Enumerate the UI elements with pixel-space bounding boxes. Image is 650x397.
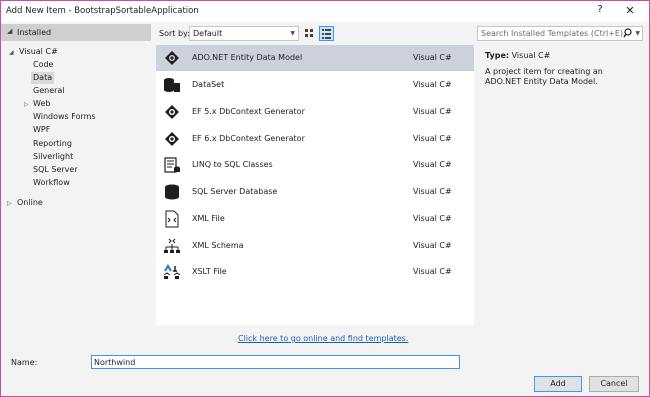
dbcontext-generator-icon: [162, 103, 182, 121]
template-name: EF 6.x DbContext Generator: [192, 134, 305, 143]
tree-item-wpf[interactable]: WPF: [33, 124, 50, 136]
expanded-arrow-icon[interactable]: ◢: [9, 49, 14, 56]
add-new-item-dialog: Add New Item - BootstrapSortableApplicat…: [0, 0, 650, 397]
template-row[interactable]: XML File Visual C#: [156, 206, 474, 232]
template-name: XSLT File: [192, 267, 227, 276]
tree-item-reporting[interactable]: Reporting: [33, 138, 72, 150]
template-language: Visual C#: [413, 267, 452, 276]
template-description: A project item for creating an ADO.NET E…: [485, 67, 603, 86]
cancel-button[interactable]: Cancel: [589, 376, 639, 392]
collapse-arrow-icon[interactable]: ◢: [7, 27, 12, 35]
database-icon: [162, 183, 182, 201]
online-templates-link[interactable]: Click here to go online and find templat…: [238, 334, 408, 343]
tree-item-code[interactable]: Code: [33, 59, 53, 71]
close-button[interactable]: ✕: [623, 4, 637, 18]
sort-by-label: Sort by:: [159, 29, 190, 38]
tree-item-web[interactable]: Web: [33, 98, 50, 110]
template-name: EF 5.x DbContext Generator: [192, 107, 305, 116]
xml-schema-icon: [162, 237, 182, 255]
list-view-icon: [322, 29, 331, 39]
template-name: DataSet: [192, 80, 225, 89]
template-language: Visual C#: [413, 241, 452, 250]
chevron-down-icon[interactable]: ▼: [635, 30, 640, 37]
type-value: Visual C#: [511, 51, 551, 60]
xslt-file-icon: [162, 263, 182, 281]
tree-item-online[interactable]: Online: [17, 197, 43, 209]
template-row[interactable]: DataSet Visual C#: [156, 72, 474, 98]
medium-icons-view-button[interactable]: [303, 27, 316, 40]
installed-label: Installed: [17, 28, 52, 37]
template-name: LINQ to SQL Classes: [192, 160, 273, 169]
search-placeholder: Search Installed Templates (Ctrl+E): [481, 29, 624, 38]
tree-item-data[interactable]: Data: [31, 72, 55, 84]
template-row[interactable]: LINQ to SQL Classes Visual C#: [156, 152, 474, 178]
tree-item-silverlight[interactable]: Silverlight: [33, 151, 73, 163]
tree-item-workflow[interactable]: Workflow: [33, 177, 70, 189]
entity-model-icon: [162, 49, 182, 67]
dataset-icon: [162, 76, 182, 94]
tree-item-windows-forms[interactable]: Windows Forms: [33, 111, 96, 123]
template-row[interactable]: SQL Server Database Visual C#: [156, 179, 474, 205]
collapsed-arrow-icon[interactable]: ▷: [7, 200, 12, 207]
template-language: Visual C#: [413, 214, 452, 223]
template-language: Visual C#: [413, 187, 452, 196]
template-name: XML File: [192, 214, 225, 223]
installed-node[interactable]: ◢ Installed: [1, 24, 151, 41]
name-input[interactable]: [91, 355, 460, 369]
tree-item-general[interactable]: General: [33, 85, 65, 97]
template-name: SQL Server Database: [192, 187, 278, 196]
add-button[interactable]: Add: [534, 376, 582, 392]
details-type: Type: Visual C#: [485, 51, 550, 60]
type-label: Type:: [485, 51, 510, 60]
grid-view-icon: [305, 29, 313, 37]
xml-file-icon: [162, 210, 182, 228]
small-icons-view-button[interactable]: [319, 26, 334, 41]
template-row[interactable]: XML Schema Visual C#: [156, 233, 474, 259]
template-row[interactable]: EF 6.x DbContext Generator Visual C#: [156, 126, 474, 152]
template-row[interactable]: EF 5.x DbContext Generator Visual C#: [156, 99, 474, 125]
chevron-down-icon: ▼: [290, 30, 295, 37]
template-language: Visual C#: [413, 107, 452, 116]
templates-list: ADO.NET Entity Data Model Visual C# Data…: [156, 45, 474, 325]
tree-item-sql-server[interactable]: SQL Server: [33, 164, 78, 176]
sort-by-dropdown[interactable]: Default ▼: [189, 26, 299, 41]
name-label: Name:: [11, 358, 38, 367]
linq-to-sql-icon: [162, 156, 182, 174]
template-language: Visual C#: [413, 160, 452, 169]
search-icon[interactable]: [623, 28, 632, 40]
help-button[interactable]: ?: [593, 4, 607, 18]
template-categories-panel: ◢ Installed: [1, 22, 151, 347]
search-templates-input[interactable]: Search Installed Templates (Ctrl+E) ▼: [477, 26, 643, 41]
template-row[interactable]: XSLT File Visual C#: [156, 259, 474, 285]
template-name: XML Schema: [192, 241, 244, 250]
dbcontext-generator-icon: [162, 130, 182, 148]
window-title: Add New Item - BootstrapSortableApplicat…: [6, 6, 199, 16]
template-language: Visual C#: [413, 80, 452, 89]
tree-item-visual-csharp[interactable]: Visual C#: [19, 46, 58, 58]
template-language: Visual C#: [413, 53, 452, 62]
collapsed-arrow-icon[interactable]: ▷: [24, 101, 29, 108]
template-row[interactable]: ADO.NET Entity Data Model Visual C#: [156, 45, 474, 71]
title-bar: Add New Item - BootstrapSortableApplicat…: [1, 1, 649, 22]
sort-by-value: Default: [193, 29, 223, 38]
template-language: Visual C#: [413, 134, 452, 143]
template-name: ADO.NET Entity Data Model: [192, 53, 303, 62]
